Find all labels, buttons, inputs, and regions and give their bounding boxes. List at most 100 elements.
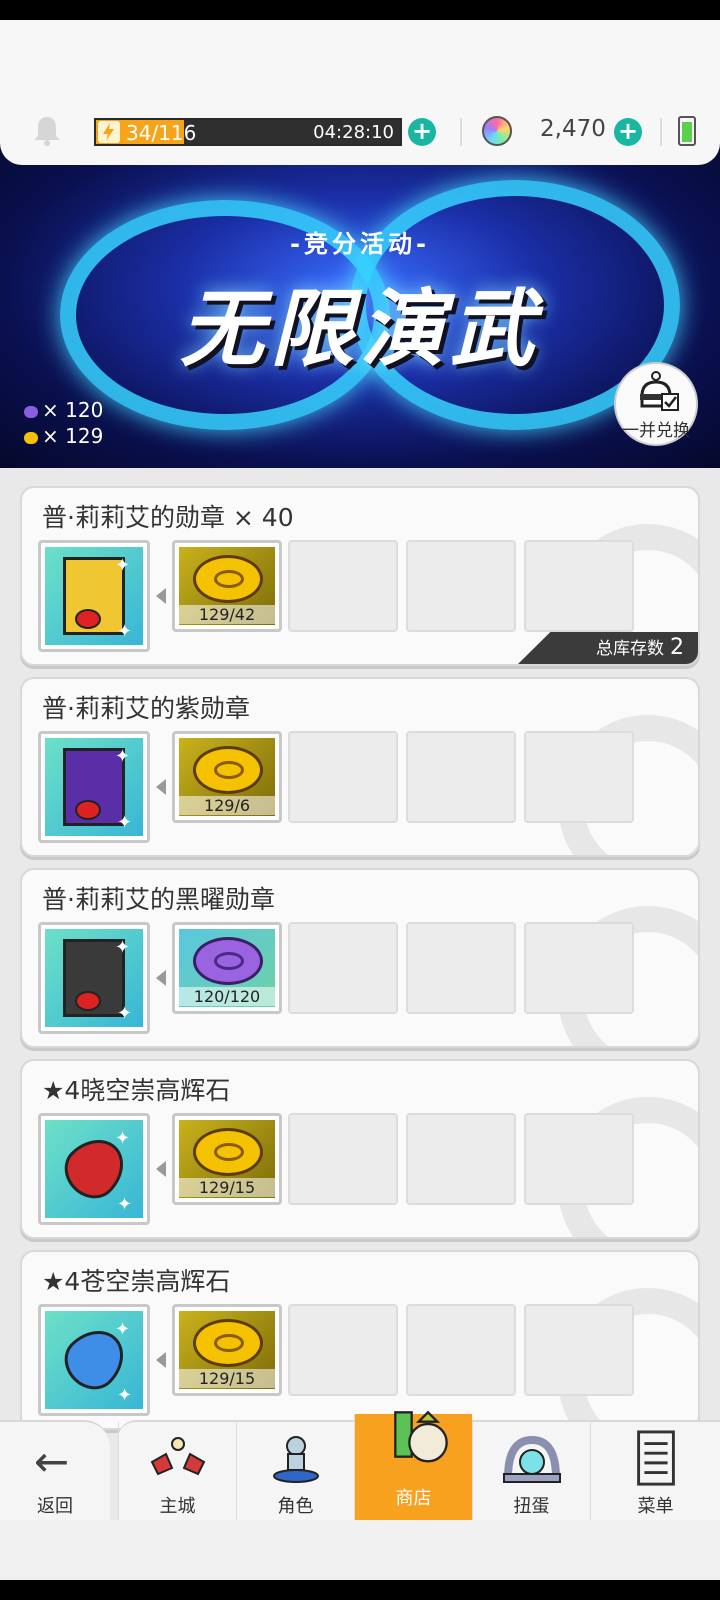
sparkle-icon: ✦ xyxy=(117,1194,133,1215)
exchange-item-card[interactable]: ★4晓空崇高辉石 ✦ ✦ 129/15 xyxy=(20,1059,700,1239)
empty-slot xyxy=(288,1304,398,1396)
nav-gacha[interactable]: 扭蛋 xyxy=(472,1422,590,1522)
banner-subtitle: -竞分活动- xyxy=(290,230,430,258)
arrow-left-icon xyxy=(156,970,166,986)
cost-background: 129/15 xyxy=(179,1120,275,1198)
blue-crystal-icon: ✦ ✦ xyxy=(45,1311,143,1409)
reward-slot[interactable]: ✦ ✦ xyxy=(38,922,150,1034)
purple-token-count: × 120 xyxy=(24,398,103,422)
cost-slot[interactable]: 129/15 xyxy=(172,1113,282,1205)
gesture-area xyxy=(0,1520,720,1580)
exchange-item-card[interactable]: 普·莉莉艾的勋章 × 40 ✦ ✦ 129/42 总库存数 2 xyxy=(20,486,700,666)
banner-title: 无限演武 xyxy=(179,280,540,378)
cost-slot[interactable]: 129/15 xyxy=(172,1304,282,1396)
bag-check-icon xyxy=(640,371,679,411)
status-bar xyxy=(0,0,720,20)
gold-token-count: × 129 xyxy=(24,424,103,448)
empty-slot xyxy=(406,540,516,632)
infinity-mark xyxy=(214,1143,244,1161)
sparkle-icon: ✦ xyxy=(115,937,131,958)
battery-icon xyxy=(678,116,696,146)
cost-value: 129/15 xyxy=(179,1178,275,1197)
gold-token-value: × 129 xyxy=(42,424,104,448)
empty-slot xyxy=(524,540,634,632)
exchange-item-card[interactable]: 普·莉莉艾的紫勋章 ✦ ✦ 129/6 xyxy=(20,677,700,857)
reward-slot[interactable]: ✦ ✦ xyxy=(38,731,150,843)
empty-slot xyxy=(288,922,398,1014)
nav-menu[interactable]: 菜单 xyxy=(590,1422,720,1522)
seal-shape xyxy=(75,609,101,629)
bell-icon[interactable] xyxy=(32,114,62,146)
gold-coin-icon xyxy=(193,555,263,603)
system-nav-bar xyxy=(0,1580,720,1600)
hud-divider xyxy=(460,118,462,146)
add-stamina-button[interactable]: + xyxy=(408,118,436,146)
reward-slot[interactable]: ✦ ✦ xyxy=(38,540,150,652)
sparkle-icon: ✦ xyxy=(115,1319,131,1340)
sparkle-icon: ✦ xyxy=(117,1385,133,1406)
sparkle-icon: ✦ xyxy=(117,621,133,642)
exchange-item-card[interactable]: ★4苍空崇高辉石 ✦ ✦ 129/15 xyxy=(20,1250,700,1430)
empty-slot xyxy=(524,731,634,823)
cost-background: 129/15 xyxy=(179,1311,275,1389)
sparkle-icon: ✦ xyxy=(117,1003,133,1024)
event-banner: -竞分活动- 无限演武 × 120 × 129 一并兑换 xyxy=(0,140,720,468)
add-gem-button[interactable]: + xyxy=(614,118,642,146)
sparkle-icon: ✦ xyxy=(115,1128,131,1149)
infinity-mark xyxy=(214,952,244,970)
exchange-all-button[interactable]: 一并兑换 xyxy=(614,362,698,446)
gacha-icon xyxy=(502,1435,561,1483)
sparkle-icon: ✦ xyxy=(117,812,133,833)
nav-menu-label: 菜单 xyxy=(637,1496,674,1517)
cost-slot[interactable]: 129/42 xyxy=(172,540,282,632)
infinity-mark xyxy=(214,570,244,588)
purple-token-value: × 120 xyxy=(42,398,104,422)
empty-slot xyxy=(288,540,398,632)
arrow-left-icon xyxy=(156,1161,166,1177)
purple-badge-scroll-icon: ✦ ✦ xyxy=(45,738,143,836)
cost-slot[interactable]: 129/6 xyxy=(172,731,282,823)
arrow-left-icon xyxy=(156,1352,166,1368)
black-badge-scroll-icon: ✦ ✦ xyxy=(45,929,143,1027)
empty-slot xyxy=(288,1113,398,1205)
stock-tag: 总库存数 2 xyxy=(518,632,698,664)
empty-slot xyxy=(524,1304,634,1396)
exchange-item-card[interactable]: 普·莉莉艾的黑曜勋章 ✦ ✦ 120/120 xyxy=(20,868,700,1048)
reward-slot[interactable]: ✦ ✦ xyxy=(38,1113,150,1225)
character-icon xyxy=(272,1436,319,1483)
nav-character[interactable]: 角色 xyxy=(236,1422,354,1522)
nav-shop[interactable]: 商店 xyxy=(354,1410,472,1522)
top-hud: 34/116 04:28:10 + 2,470 + xyxy=(0,20,720,165)
sparkle-icon: ✦ xyxy=(115,746,131,767)
item-title: 普·莉莉艾的勋章 × 40 xyxy=(42,503,294,532)
empty-slot xyxy=(406,731,516,823)
purple-coin-icon xyxy=(193,937,263,985)
stamina-value: 34/116 xyxy=(126,121,197,145)
exchange-all-label: 一并兑换 xyxy=(622,421,690,441)
infinity-mark xyxy=(214,761,244,779)
shop-icon xyxy=(393,1410,448,1463)
hud-divider xyxy=(660,118,662,146)
nav-town-label: 主城 xyxy=(159,1496,196,1517)
stock-value: 2 xyxy=(670,635,684,660)
seal-shape xyxy=(75,800,101,820)
gem-icon xyxy=(482,116,512,146)
cost-value: 129/15 xyxy=(179,1369,275,1388)
nav-town[interactable]: 主城 xyxy=(118,1422,236,1522)
nav-gacha-label: 扭蛋 xyxy=(513,1496,550,1517)
cost-slot[interactable]: 120/120 xyxy=(172,922,282,1014)
cost-value: 120/120 xyxy=(179,987,275,1006)
sparkle-icon: ✦ xyxy=(115,555,131,576)
reward-slot[interactable]: ✦ ✦ xyxy=(38,1304,150,1416)
cost-background: 129/42 xyxy=(179,547,275,625)
bottom-nav: ← 返回 主城 角色 商店 扭蛋 菜单 xyxy=(0,1410,720,1522)
empty-slot xyxy=(406,1304,516,1396)
item-title: 普·莉莉艾的黑曜勋章 xyxy=(42,885,275,914)
stamina-bar: 34/116 04:28:10 xyxy=(94,118,402,146)
back-button[interactable]: ← 返回 xyxy=(0,1420,110,1520)
menu-icon xyxy=(636,1430,675,1486)
cost-background: 120/120 xyxy=(179,929,275,1007)
empty-slot xyxy=(524,1113,634,1205)
seal-shape xyxy=(75,991,101,1011)
gem-count: 2,470 xyxy=(540,116,606,142)
